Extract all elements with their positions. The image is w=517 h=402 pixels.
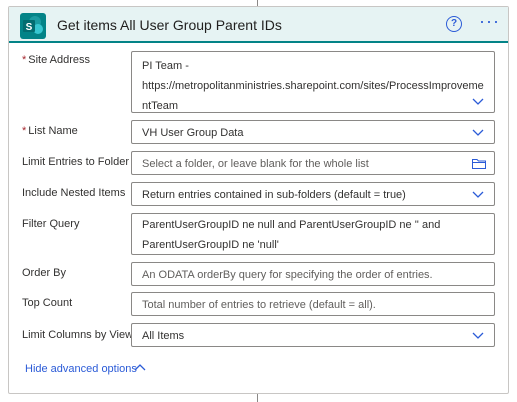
order-by-label: Order By — [22, 267, 67, 279]
filter-query-line-1: ParentUserGroupID ne null and ParentUser… — [142, 219, 441, 231]
limit-entries-label: Limit Entries to Folder — [22, 156, 129, 168]
required-mark: * — [22, 54, 27, 66]
limit-columns-dropdown[interactable]: All Items — [131, 323, 495, 347]
chevron-down-icon[interactable] — [472, 332, 484, 340]
nested-items-value: Return entries contained in sub-folders … — [142, 189, 406, 201]
filter-query-field[interactable]: ParentUserGroupID ne null and ParentUser… — [131, 213, 495, 255]
chevron-down-icon[interactable] — [472, 98, 484, 106]
required-mark: * — [22, 125, 27, 137]
chevron-down-icon[interactable] — [472, 129, 484, 137]
order-by-field[interactable]: An ODATA orderBy query for specifying th… — [131, 262, 495, 286]
list-name-dropdown[interactable]: VH User Group Data — [131, 120, 495, 144]
top-count-placeholder: Total number of entries to retrieve (def… — [142, 299, 376, 311]
sharepoint-logo-icon: S — [20, 13, 46, 39]
site-address-line-1: PI Team - — [142, 60, 189, 72]
list-name-label-text: List Name — [28, 125, 78, 137]
top-count-field[interactable]: Total number of entries to retrieve (def… — [131, 292, 495, 316]
site-address-label: * Site Address — [22, 54, 90, 66]
action-card: S Get items All User Group Parent IDs ? … — [8, 6, 509, 394]
svg-text:S: S — [26, 22, 33, 33]
nested-items-dropdown[interactable]: Return entries contained in sub-folders … — [131, 182, 495, 206]
order-by-placeholder: An ODATA orderBy query for specifying th… — [142, 269, 433, 281]
list-name-value: VH User Group Data — [142, 127, 244, 139]
top-count-label: Top Count — [22, 297, 73, 309]
hide-advanced-options-link[interactable]: Hide advanced options — [25, 363, 137, 375]
list-name-label: * List Name — [22, 125, 78, 137]
site-address-line-2: https://metropolitanministries.sharepoin… — [142, 80, 484, 92]
help-icon[interactable]: ? — [446, 16, 462, 32]
site-address-field[interactable]: PI Team - https://metropolitanministries… — [131, 51, 495, 113]
limit-entries-placeholder: Select a folder, or leave blank for the … — [142, 158, 369, 170]
flow-connector-bottom — [257, 394, 258, 402]
limit-columns-label: Limit Columns by View — [22, 329, 134, 341]
filter-query-line-2: ParentUserGroupID ne 'null' — [142, 239, 279, 251]
limit-entries-field[interactable]: Select a folder, or leave blank for the … — [131, 151, 495, 175]
folder-icon[interactable] — [472, 158, 486, 169]
nested-items-label: Include Nested Items — [22, 187, 126, 199]
site-address-label-text: Site Address — [28, 54, 91, 66]
chevron-up-icon[interactable] — [134, 363, 146, 371]
more-options-icon[interactable]: ··· — [479, 11, 500, 32]
action-title[interactable]: Get items All User Group Parent IDs — [57, 17, 282, 33]
filter-query-label: Filter Query — [22, 218, 80, 230]
action-header[interactable]: S Get items All User Group Parent IDs ? … — [9, 7, 508, 43]
limit-columns-value: All Items — [142, 330, 185, 342]
chevron-down-icon[interactable] — [472, 191, 484, 199]
site-address-line-3: ntTeam — [142, 100, 179, 112]
